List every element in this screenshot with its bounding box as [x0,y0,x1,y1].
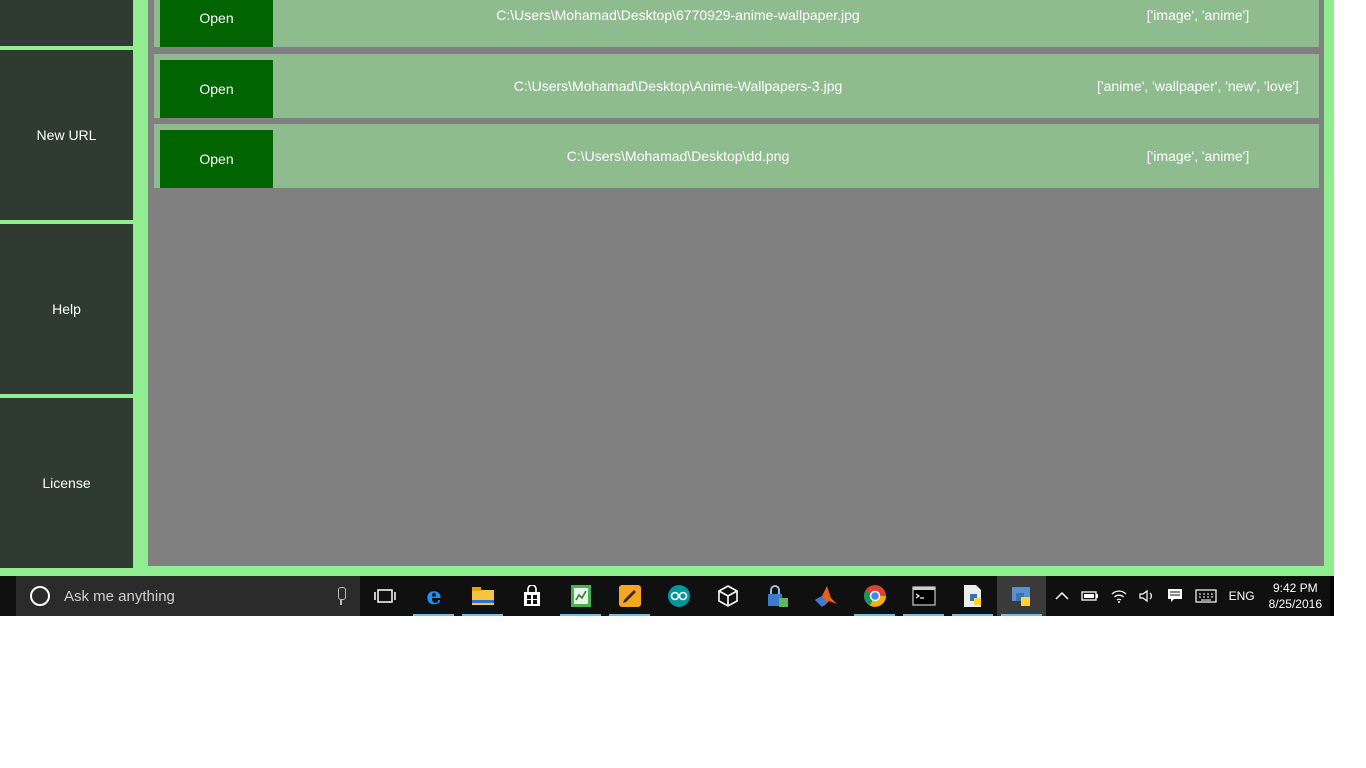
chrome-icon [863,585,886,607]
taskbar-app-matlab[interactable] [801,576,850,616]
cortana-icon [30,586,50,606]
clock-time: 9:42 PM [1272,581,1318,595]
open-button[interactable]: Open [160,60,273,118]
file-tags: ['image', 'anime'] [1146,148,1250,164]
list-item: Open C:\Users\Mohamad\Desktop\dd.png ['i… [154,124,1319,188]
touch-keyboard-button[interactable] [1189,576,1223,616]
python-file-icon [963,585,981,607]
wifi-icon [1111,590,1127,603]
pencil-app-icon [618,585,641,607]
volume-button[interactable] [1133,576,1161,616]
sidebar-button-top[interactable] [0,0,133,46]
file-tags: ['anime', 'wallpaper', 'new', 'love'] [1097,78,1299,94]
battery-button[interactable] [1075,576,1105,616]
open-button[interactable]: Open [160,0,273,47]
sidebar: New URL Help License [0,0,133,572]
taskbar-app-lock[interactable] [752,576,801,616]
file-tags: ['image', 'anime'] [1146,7,1250,23]
start-button[interactable] [0,576,16,616]
taskbar-app-chrome[interactable] [850,576,899,616]
taskbar-app-pencil[interactable] [605,576,654,616]
search-placeholder: Ask me anything [64,587,175,605]
app-window: New URL Help License Open C:\Users\Moham… [0,0,1334,576]
taskbar-app-python-file[interactable] [948,576,997,616]
sidebar-button-license[interactable]: License [0,398,133,568]
spreadsheet-icon [570,585,591,607]
sidebar-button-help[interactable]: Help [0,224,133,394]
arduino-icon [667,585,690,607]
taskbar-app-arduino[interactable] [654,576,703,616]
taskbar-app-spreadsheet[interactable] [556,576,605,616]
taskbar: Ask me anything e ENG 9:42 PM 8/25/2016 [0,576,1334,616]
speaker-icon [1138,589,1152,603]
desktop-screen: New URL Help License Open C:\Users\Moham… [0,0,1366,768]
notification-icon [1167,589,1182,602]
file-list-panel[interactable]: Open C:\Users\Mohamad\Desktop\6770929-an… [148,0,1324,566]
unity-icon [717,585,738,607]
chevron-up-icon [1055,591,1069,600]
file-path: C:\Users\Mohamad\Desktop\Anime-Wallpaper… [513,78,843,94]
sidebar-item-label: License [42,475,91,491]
network-button[interactable] [1105,576,1133,616]
list-item: Open C:\Users\Mohamad\Desktop\6770929-an… [154,0,1319,47]
lock-app-icon [767,585,788,607]
language-indicator[interactable]: ENG [1223,576,1261,616]
taskbar-app-file-explorer[interactable] [458,576,507,616]
matlab-icon [814,586,837,607]
system-tray: ENG 9:42 PM 8/25/2016 [1049,576,1334,616]
open-button[interactable]: Open [160,130,273,188]
svg-text:e: e [426,584,441,608]
sidebar-button-new-url[interactable]: New URL [0,50,133,220]
show-desktop-area [1330,576,1366,616]
edge-icon: e [426,584,441,608]
clock-date: 8/25/2016 [1268,597,1322,611]
battery-icon [1080,591,1098,601]
store-icon [523,585,540,606]
taskbar-app-store[interactable] [507,576,556,616]
taskbar-app-edge[interactable]: e [409,576,458,616]
keyboard-icon [1194,589,1217,603]
python-icon [1011,587,1030,606]
show-hidden-icons-button[interactable] [1049,576,1075,616]
sidebar-item-label: Help [52,301,81,317]
taskbar-app-python[interactable] [997,576,1046,616]
taskbar-app-unity[interactable] [703,576,752,616]
taskbar-app-terminal[interactable] [899,576,948,616]
list-item: Open C:\Users\Mohamad\Desktop\Anime-Wall… [154,54,1319,118]
file-explorer-icon [471,587,494,605]
file-path: C:\Users\Mohamad\Desktop\6770929-anime-w… [496,7,860,23]
file-path: C:\Users\Mohamad\Desktop\dd.png [566,148,790,164]
cortana-search-box[interactable]: Ask me anything [16,576,360,616]
sidebar-item-label: New URL [36,127,97,143]
task-view-icon [373,589,396,603]
task-view-button[interactable] [360,576,409,616]
action-center-button[interactable] [1161,576,1189,616]
terminal-icon [911,586,936,606]
clock[interactable]: 9:42 PM 8/25/2016 [1261,580,1334,612]
microphone-icon[interactable] [336,587,346,605]
